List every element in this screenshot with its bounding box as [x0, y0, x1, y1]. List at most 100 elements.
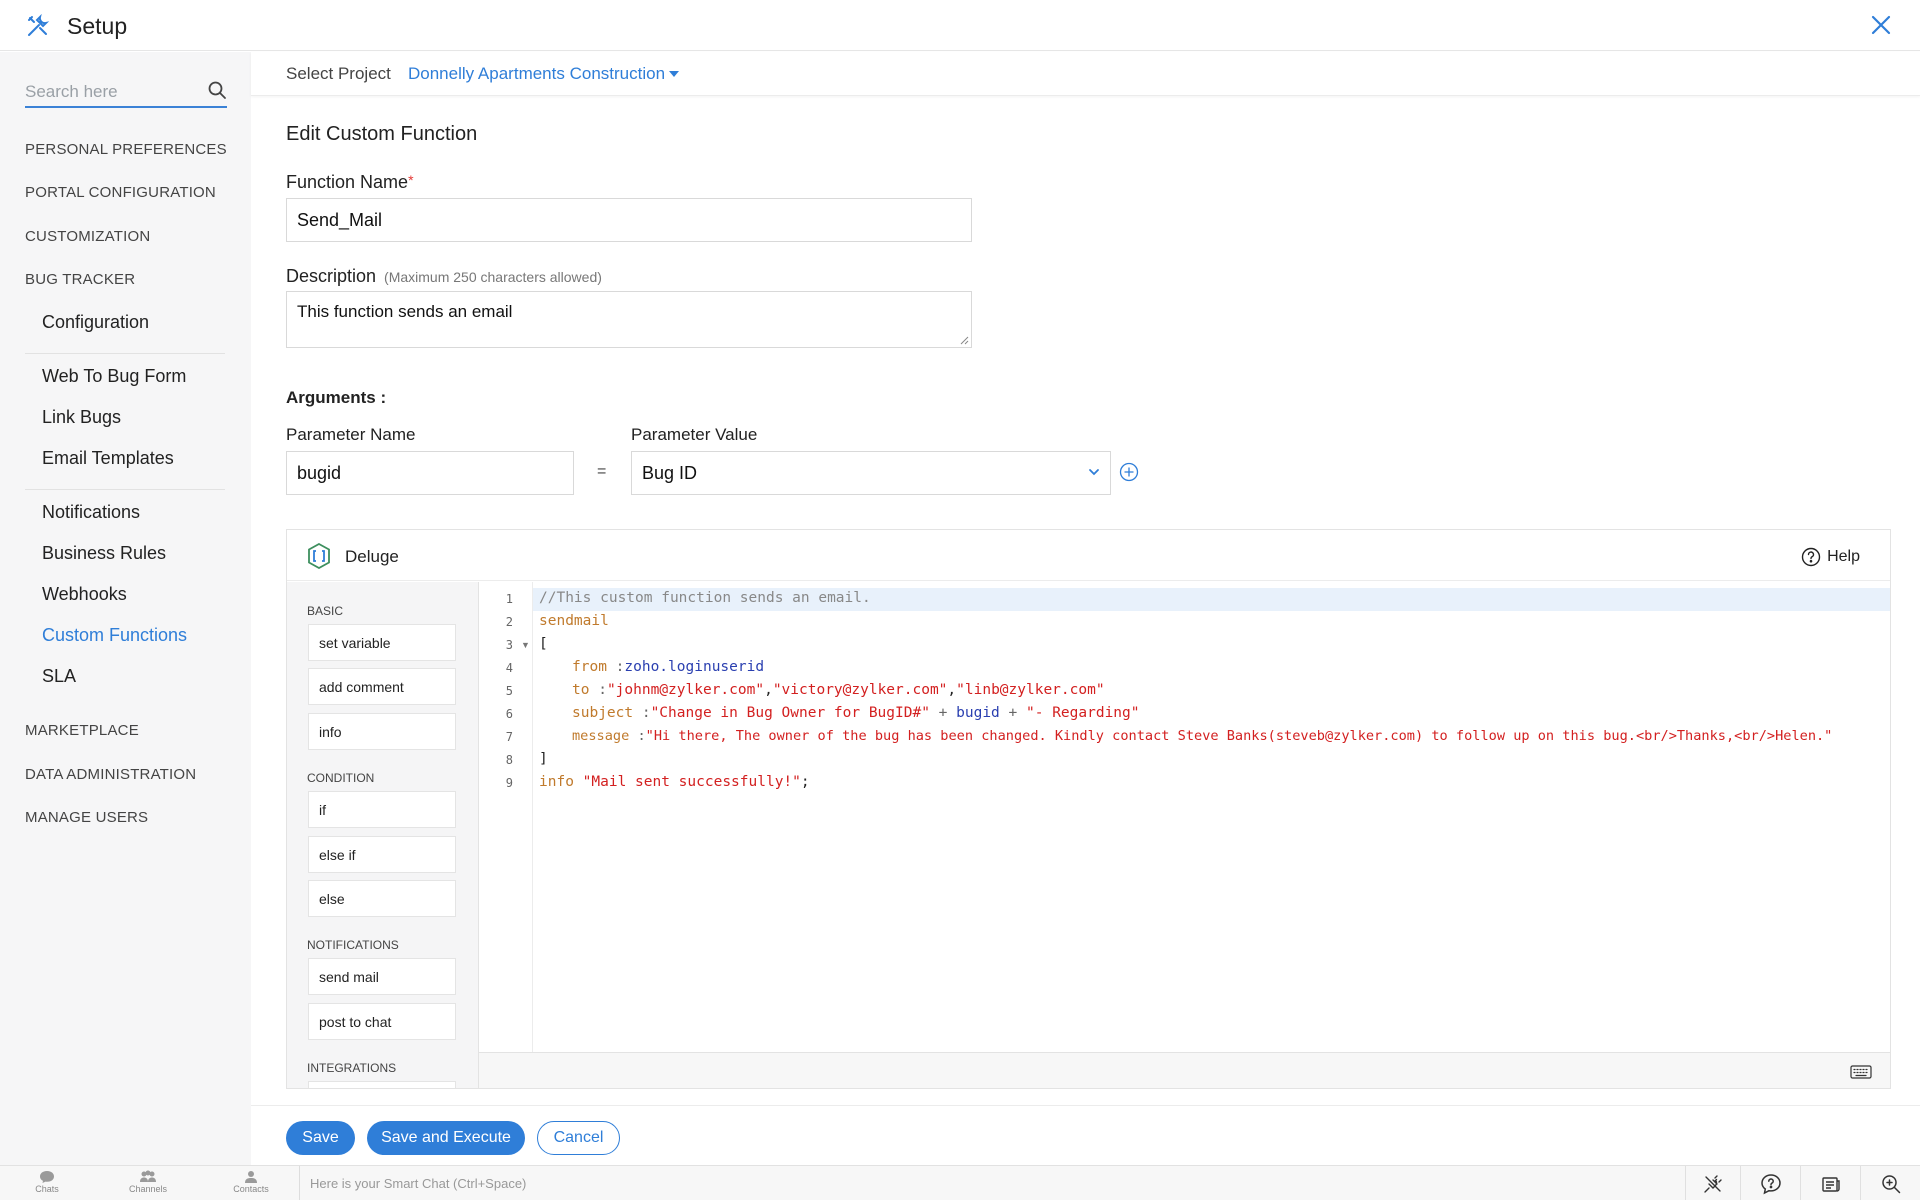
palette-section-integrations: INTEGRATIONS	[307, 1061, 397, 1075]
description-textarea[interactable]: This function sends an email	[286, 291, 972, 348]
smart-chat-input[interactable]: Here is your Smart Chat (Ctrl+Space)	[310, 1176, 526, 1191]
sidebar: Search here PERSONAL PREFERENCES PORTAL …	[0, 52, 251, 1165]
add-argument-icon[interactable]	[1119, 462, 1139, 482]
sidebar-item-business-rules[interactable]: Business Rules	[42, 543, 166, 564]
select-project-label: Select Project	[286, 64, 391, 83]
chatbar-divider	[299, 1166, 300, 1200]
chats-tab[interactable]: Chats	[7, 1168, 87, 1200]
line-number: 9	[505, 776, 513, 790]
task-palette: BASIC set variable add comment info COND…	[287, 582, 479, 1088]
code-key: to	[572, 682, 590, 698]
code-sep: :	[633, 705, 651, 721]
code-var: bugid	[956, 705, 1000, 721]
line-number: 8	[505, 753, 513, 767]
code-key: subject	[572, 705, 634, 721]
sidebar-section-data-administration[interactable]: DATA ADMINISTRATION	[25, 766, 196, 783]
palette-item-if[interactable]: if	[308, 791, 456, 828]
page-title: Edit Custom Function	[286, 123, 478, 145]
description-value: This function sends an email	[297, 302, 513, 321]
param-name-input[interactable]: bugid	[286, 451, 574, 495]
palette-item-add-comment[interactable]: add comment	[308, 668, 456, 705]
sidebar-item-custom-functions[interactable]: Custom Functions	[42, 625, 187, 646]
palette-section-basic: BASIC	[307, 604, 344, 618]
code-str: "Mail sent successfully!"	[573, 774, 801, 790]
function-name-value: Send_Mail	[297, 209, 383, 230]
keyboard-icon[interactable]	[1850, 1065, 1872, 1079]
code-line-1: //This custom function sends an email.	[539, 590, 871, 606]
code-line-5: to :"johnm@zylker.com","victory@zylker.c…	[572, 682, 1105, 698]
project-dropdown[interactable]: Donnelly Apartments Construction	[408, 64, 665, 84]
line-number: 4	[505, 661, 513, 675]
deluge-logo-icon	[308, 543, 330, 569]
line-number: 5	[505, 684, 513, 698]
code-line-7: message :"Hi there, The owner of the bug…	[572, 728, 1832, 744]
code-line-9: info "Mail sent successfully!";	[539, 774, 810, 790]
chats-tab-label: Chats	[35, 1184, 59, 1194]
code-var: zoho.loginuserid	[624, 659, 765, 675]
code-op: +	[929, 705, 957, 721]
cancel-button[interactable]: Cancel	[537, 1121, 620, 1155]
sidebar-item-web-to-bug-form[interactable]: Web To Bug Form	[42, 366, 186, 387]
palette-item-else-if[interactable]: else if	[308, 836, 456, 873]
code-line-6: subject :"Change in Bug Owner for BugID#…	[572, 705, 1140, 721]
description-label: Description (Maximum 250 characters allow…	[286, 266, 602, 287]
help-chat-icon[interactable]	[1760, 1173, 1782, 1195]
search-placeholder: Search here	[25, 82, 118, 101]
code-key: info	[539, 774, 574, 790]
sidebar-section-portal-configuration[interactable]: PORTAL CONFIGURATION	[25, 184, 216, 201]
search-input[interactable]: Search here	[25, 72, 227, 108]
code-line-3: [	[539, 636, 548, 652]
sidebar-item-notifications[interactable]: Notifications	[42, 502, 140, 523]
code-str: "Change in Bug Owner for BugID#"	[650, 705, 930, 721]
code-line-8: ]	[539, 751, 548, 767]
save-and-execute-button[interactable]: Save and Execute	[367, 1121, 525, 1155]
palette-item-post-to-chat[interactable]: post to chat	[308, 1003, 456, 1040]
palette-item-partial[interactable]	[308, 1081, 456, 1088]
sidebar-section-marketplace[interactable]: MARKETPLACE	[25, 722, 139, 739]
function-name-input[interactable]: Send_Mail	[286, 198, 972, 242]
line-number: 6	[505, 707, 513, 721]
sidebar-item-link-bugs[interactable]: Link Bugs	[42, 407, 121, 428]
editor-header: Deluge Help	[287, 530, 1890, 581]
search-chat-icon[interactable]	[1880, 1173, 1902, 1195]
description-hint: (Maximum 250 characters allowed)	[384, 269, 602, 285]
caret-down-icon[interactable]	[669, 71, 679, 77]
sidebar-section-personal-preferences[interactable]: PERSONAL PREFERENCES	[25, 141, 227, 158]
palette-item-info[interactable]: info	[308, 713, 456, 750]
tools-icon	[28, 14, 50, 36]
palette-item-else[interactable]: else	[308, 880, 456, 917]
news-icon[interactable]	[1820, 1173, 1842, 1195]
code-str: "johnm@zylker.com"	[606, 682, 765, 698]
contact-icon	[245, 1171, 257, 1183]
plug-icon[interactable]	[1702, 1173, 1724, 1195]
sidebar-item-configuration[interactable]: Configuration	[42, 312, 149, 333]
channels-icon	[140, 1170, 156, 1182]
sidebar-section-manage-users[interactable]: MANAGE USERS	[25, 809, 148, 826]
sidebar-section-customization[interactable]: CUSTOMIZATION	[25, 228, 150, 245]
close-icon[interactable]	[1870, 14, 1892, 36]
code-str: "- Regarding"	[1026, 705, 1140, 721]
help-button[interactable]: Help	[1801, 547, 1860, 567]
help-icon	[1801, 547, 1821, 567]
code-area[interactable]: //This custom function sends an email. s…	[533, 582, 1890, 1052]
contacts-tab[interactable]: Contacts	[211, 1168, 291, 1200]
search-icon[interactable]	[207, 80, 227, 100]
fold-arrow-icon[interactable]: ▼	[521, 640, 530, 650]
editor-footer	[479, 1052, 1890, 1088]
code-comma: ,	[764, 682, 773, 698]
code-op: +	[999, 705, 1026, 721]
code-str: "victory@zylker.com"	[772, 682, 948, 698]
sidebar-section-bug-tracker[interactable]: BUG TRACKER	[25, 271, 135, 288]
channels-tab[interactable]: Channels	[108, 1168, 188, 1200]
palette-item-set-variable[interactable]: set variable	[308, 624, 456, 661]
required-mark: *	[408, 172, 414, 188]
resize-handle-icon[interactable]	[959, 335, 969, 345]
sidebar-item-webhooks[interactable]: Webhooks	[42, 584, 127, 605]
line-number-gutter: 1 2 3 ▼ 4 5 6 7 8 9	[479, 582, 533, 1052]
param-value-select[interactable]: Bug ID	[631, 451, 1111, 495]
save-button[interactable]: Save	[286, 1121, 355, 1155]
palette-item-send-mail[interactable]: send mail	[308, 958, 456, 995]
code-str: "Hi there, The owner of the bug has been…	[645, 728, 1833, 744]
sidebar-item-email-templates[interactable]: Email Templates	[42, 448, 174, 469]
sidebar-item-sla[interactable]: SLA	[42, 666, 76, 687]
